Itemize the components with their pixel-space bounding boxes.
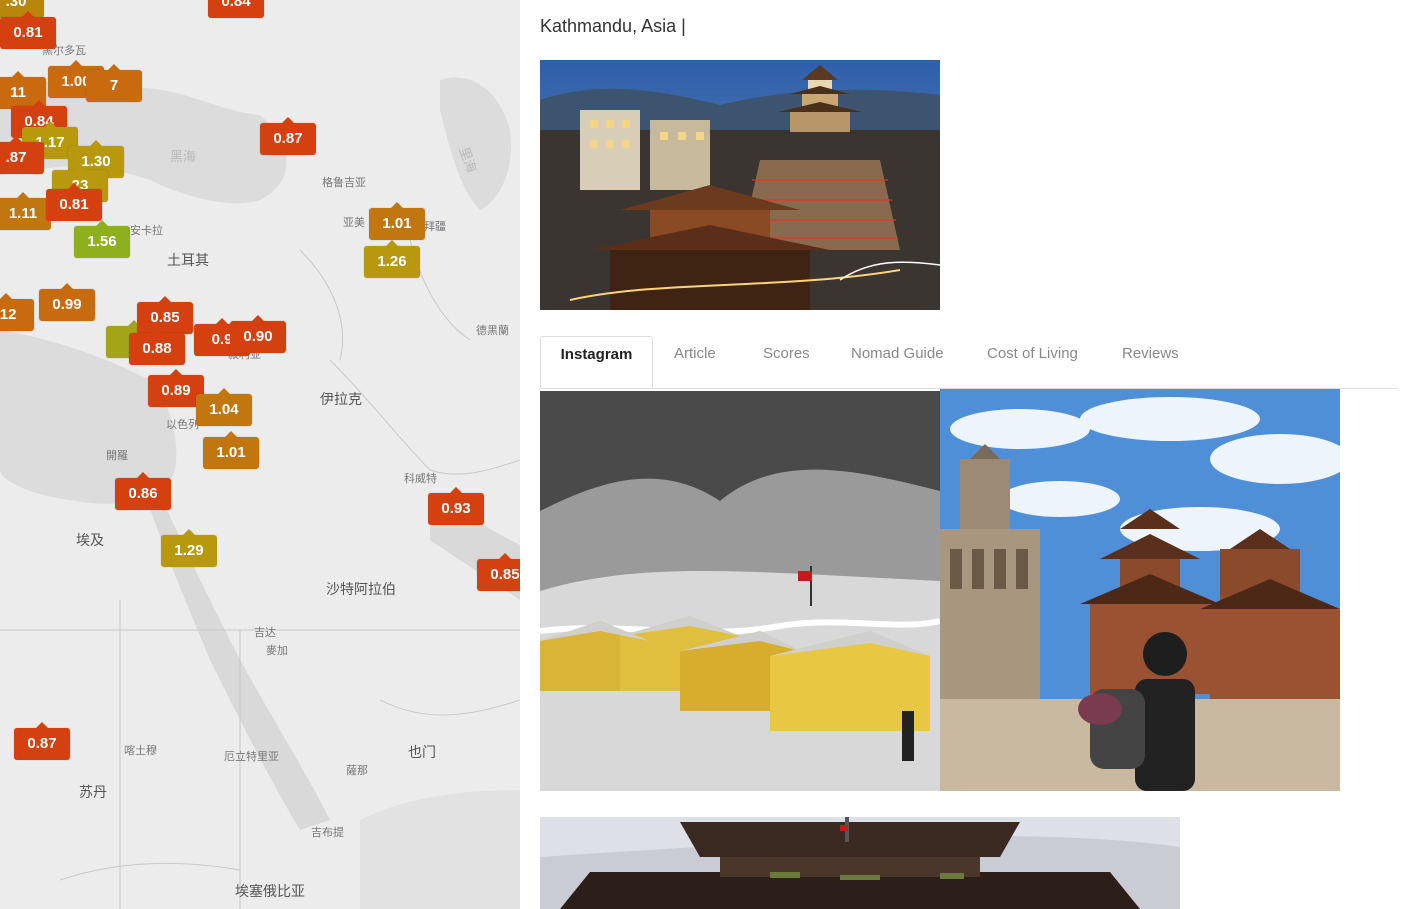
map-marker[interactable]: 0.88: [129, 327, 185, 365]
map-label-georgia: 格鲁吉亚: [322, 176, 366, 189]
map-marker[interactable]: 1.29: [161, 529, 217, 567]
tab-cost-of-living[interactable]: Cost of Living: [987, 336, 1078, 388]
map-marker[interactable]: 0.85: [137, 296, 193, 334]
map-label-yemen: 也门: [408, 745, 436, 761]
map-label-saudi-arabia: 沙特阿拉伯: [326, 582, 396, 598]
instagram-photo[interactable]: [540, 391, 940, 791]
map-label-khartoum: 喀土穆: [124, 744, 157, 757]
map-view[interactable]: 黑尔多瓦 黑海 里海 格鲁吉亚 亚美 拜疆 安卡拉 土耳其 德黑蘭 敘利亚 伊拉…: [0, 0, 520, 909]
tab-scores[interactable]: Scores: [763, 336, 810, 388]
city-hero-image: [540, 60, 940, 310]
map-marker[interactable]: 0.81: [0, 11, 56, 49]
tab-reviews[interactable]: Reviews: [1122, 336, 1179, 388]
map-marker[interactable]: 0.86: [115, 472, 171, 510]
map-label-israel: 以色列: [166, 418, 199, 431]
map-marker[interactable]: 0.84: [208, 0, 264, 18]
map-marker[interactable]: 1.26: [364, 240, 420, 278]
map-label-jeddah: 吉达: [254, 626, 276, 639]
map-marker[interactable]: 1.01: [369, 202, 425, 240]
map-label-iraq: 伊拉克: [320, 392, 362, 408]
tab-article[interactable]: Article: [674, 336, 716, 388]
map-label-djibouti: 吉布提: [311, 826, 344, 839]
instagram-photo[interactable]: [940, 389, 1340, 791]
map-label-ankara: 安卡拉: [130, 224, 163, 237]
map-marker[interactable]: 0.81: [46, 183, 102, 221]
tab-nomad-guide[interactable]: Nomad Guide: [851, 336, 944, 388]
map-marker[interactable]: 0.90: [230, 315, 286, 353]
map-label-black-sea: 黑海: [170, 150, 197, 165]
map-label-mecca: 麥加: [266, 644, 288, 657]
map-marker[interactable]: 7: [86, 64, 142, 102]
map-label-azerbaijan: 拜疆: [424, 220, 446, 233]
map-marker[interactable]: .12: [0, 293, 34, 331]
instagram-photo[interactable]: [540, 817, 1180, 909]
map-marker[interactable]: 0.87: [260, 117, 316, 155]
map-marker[interactable]: 1.01: [203, 431, 259, 469]
map-label-eritrea: 厄立特里亚: [224, 750, 279, 763]
map-label-armenia: 亚美: [343, 216, 365, 229]
map-marker[interactable]: .87: [0, 136, 44, 174]
map-label-turkey: 土耳其: [167, 253, 209, 269]
city-detail-panel: Kathmandu, Asia | Instagram Article Scor…: [520, 0, 1409, 909]
city-title: Kathmandu, Asia |: [540, 16, 686, 36]
tab-instagram[interactable]: Instagram: [540, 336, 653, 388]
map-label-egypt: 埃及: [76, 533, 104, 549]
map-marker[interactable]: 1.04: [196, 388, 252, 426]
map-marker[interactable]: 0.87: [14, 722, 70, 760]
map-marker[interactable]: 0.85: [477, 553, 520, 591]
map-label-tehran: 德黑蘭: [476, 324, 509, 337]
map-label-kuwait: 科威特: [404, 472, 437, 485]
map-label-cairo: 開羅: [106, 449, 128, 462]
map-marker[interactable]: 1.11: [0, 192, 51, 230]
map-label-ethiopia: 埃塞俄比亚: [235, 884, 305, 900]
map-marker[interactable]: 0.99: [39, 283, 95, 321]
map-label-sudan: 苏丹: [79, 785, 107, 801]
city-tabs: Instagram Article Scores Nomad Guide Cos…: [540, 336, 1398, 389]
map-marker[interactable]: 1.56: [74, 220, 130, 258]
map-marker[interactable]: 0.93: [428, 487, 484, 525]
map-label-sanaa: 薩那: [346, 764, 368, 777]
